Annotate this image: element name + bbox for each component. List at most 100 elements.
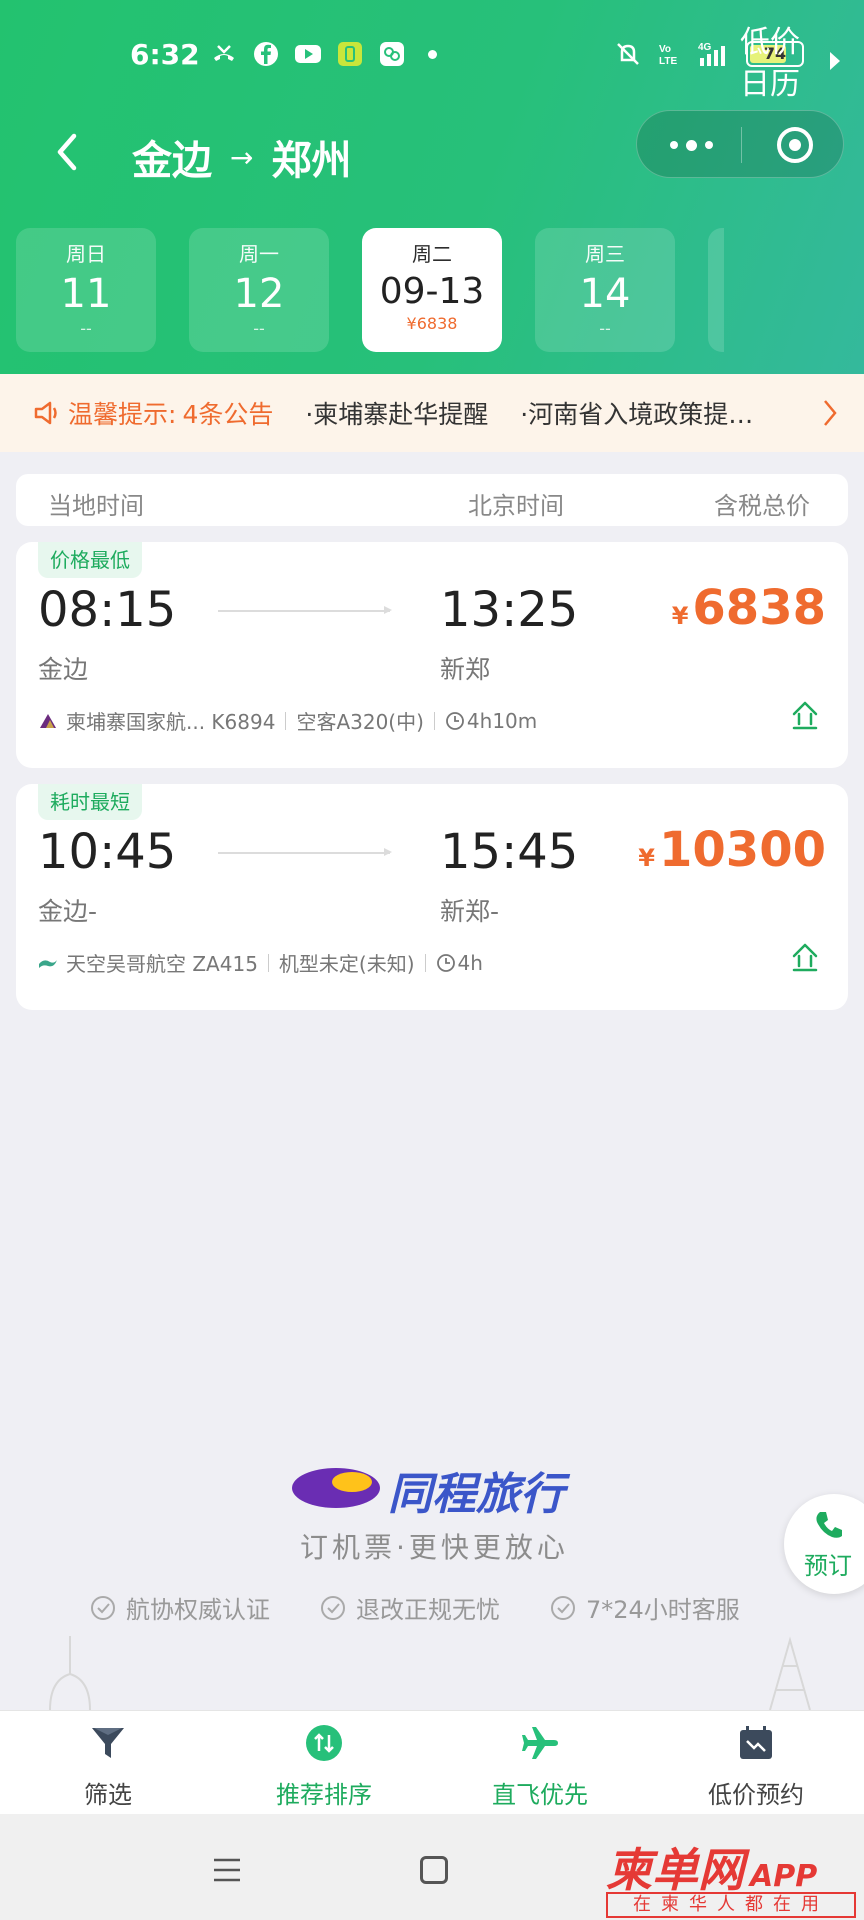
departure-airport: 金边-: [38, 897, 98, 926]
badge-item: 航协权威认证: [90, 1590, 270, 1625]
status-bar: 6:32 Vo LTE 4G 74: [0, 0, 864, 110]
flight-duration: 4h: [457, 950, 483, 975]
badge-label: 航协权威认证: [126, 1596, 270, 1624]
flight-duration: 4h10m: [466, 708, 538, 733]
flight-price: ¥6838: [672, 580, 826, 636]
youtube-icon: [295, 45, 321, 63]
more-options-icon[interactable]: [667, 133, 715, 157]
book-floating-button[interactable]: 预订: [784, 1494, 864, 1594]
date-weekday: 周二: [412, 242, 452, 266]
local-time-header: 当地时间: [48, 492, 144, 520]
date-selector: 周日 11 -- 周一 12 -- 周二 09-13 ¥6838 周三 14 -…: [16, 228, 864, 352]
back-arrow-icon[interactable]: [48, 130, 88, 174]
status-time: 6:32: [130, 38, 200, 71]
arrival-time: 15:45: [440, 824, 579, 880]
direct-first-button[interactable]: 直飞优先: [432, 1723, 648, 1810]
aircraft-type: 机型未定(未知): [278, 952, 415, 976]
price-value: 6838: [692, 580, 826, 636]
calendar-arrow-icon: [830, 52, 840, 70]
date-card-wed[interactable]: 周三 14 --: [535, 228, 675, 352]
departure-time: 08:15: [38, 582, 177, 638]
share-icon[interactable]: [788, 940, 822, 974]
date-card-sun[interactable]: 周日 11 --: [16, 228, 156, 352]
flight-route-line: [218, 848, 392, 856]
arrival-time: 13:25: [440, 582, 579, 638]
route-title: 金边 → 郑州: [132, 128, 351, 186]
close-miniprogram-icon[interactable]: [777, 127, 813, 163]
low-price-calendar-label: 低价: [740, 25, 800, 60]
flight-tag: 价格最低: [38, 542, 142, 578]
notification-icons: [210, 40, 437, 68]
badge-item: 退改正规无忧: [320, 1590, 500, 1625]
column-header: 当地时间 北京时间 含税总价: [16, 474, 848, 526]
miniprogram-capsule: [636, 110, 844, 178]
watermark-tagline: 在柬华人都在用: [606, 1892, 856, 1918]
price-alert-button[interactable]: 低价预约: [648, 1723, 864, 1810]
watermark-logo: 柬单网 APP: [606, 1834, 817, 1900]
notice-item[interactable]: ·柬埔寨赴华提醒: [305, 395, 488, 431]
beijing-time-header: 北京时间: [468, 492, 564, 520]
trust-badges: 航协权威认证 退改正规无忧 7*24小时客服: [90, 1590, 740, 1625]
arrival-airport: 新郑: [440, 655, 491, 684]
departure-airport: 金边: [38, 655, 89, 684]
price-alert-label: 低价预约: [708, 1781, 804, 1809]
airline-logo-icon: [39, 959, 57, 968]
date-price: --: [80, 319, 92, 338]
date-weekday: 周一: [239, 242, 279, 266]
watermark-main: 柬单网: [606, 1843, 744, 1897]
filter-button[interactable]: 筛选: [0, 1723, 216, 1810]
badge-label: 7*24小时客服: [586, 1596, 740, 1624]
arrival-airport: 新郑-: [440, 897, 500, 926]
check-circle-icon: [321, 1595, 345, 1620]
mute-icon: [617, 43, 639, 65]
date-card-mon[interactable]: 周一 12 --: [189, 228, 329, 352]
tongcheng-logo-icon: [292, 1468, 380, 1508]
low-price-calendar-label: 日历: [740, 67, 800, 102]
total-price-header: 含税总价: [714, 492, 810, 520]
date-price: ¥6838: [406, 314, 458, 333]
sort-button[interactable]: 推荐排序: [216, 1723, 432, 1810]
flight-info: 柬埔寨国家航... K6894 空客A320(中) 4h10m: [38, 706, 537, 735]
recent-apps-icon[interactable]: [212, 1856, 242, 1884]
clock-icon: [446, 711, 464, 730]
calendar-icon: [740, 1726, 772, 1759]
airline-logo-icon: [40, 713, 56, 728]
filter-label: 筛选: [84, 1781, 132, 1809]
flight-card[interactable]: 耗时最短 10:45 15:45 金边- 新郑- ¥10300 天空吴哥航空 Z…: [16, 784, 848, 1010]
speaker-icon: [34, 401, 57, 425]
svg-text:4G: 4G: [698, 42, 712, 53]
date-card-partial[interactable]: [708, 228, 724, 352]
home-button-icon[interactable]: [420, 1856, 448, 1884]
svg-text:LTE: LTE: [659, 56, 677, 67]
airline-flight: 柬埔寨国家航... K6894: [66, 710, 276, 734]
nav-bar: 金边 → 郑州: [0, 110, 864, 200]
brand-name: 同程旅行: [388, 1469, 564, 1520]
notice-bar[interactable]: 温馨提示: 4条公告 ·柬埔寨赴华提醒 ·河南省入境政策提…: [0, 374, 864, 452]
flight-card[interactable]: 价格最低 08:15 13:25 金边 新郑 ¥6838 柬埔寨国家航... K…: [16, 542, 848, 768]
low-price-calendar-button[interactable]: 低价 日历: [740, 22, 800, 106]
notice-count: 4条公告: [182, 400, 274, 429]
share-icon[interactable]: [788, 698, 822, 732]
flight-tag: 耗时最短: [38, 784, 142, 820]
date-day: 14: [579, 271, 631, 317]
more-notifications-dot: [428, 49, 437, 59]
currency-symbol: ¥: [638, 844, 655, 872]
price-value: 10300: [659, 822, 826, 878]
date-weekday: 周三: [585, 242, 625, 266]
sort-label: 推荐排序: [276, 1781, 372, 1809]
bottom-toolbar: 筛选 推荐排序 直飞优先 低价预约: [0, 1710, 864, 1814]
date-price: --: [599, 319, 611, 338]
notice-item[interactable]: ·河南省入境政策提…: [520, 395, 753, 431]
flight-route-line: [218, 606, 392, 614]
skyline-decoration: [49, 1636, 811, 1710]
chevron-right-icon[interactable]: [822, 398, 838, 428]
phone-icon: [816, 1512, 842, 1538]
book-label: 预订: [804, 1552, 852, 1580]
destination-city: 郑州: [271, 138, 352, 184]
header: 6:32 Vo LTE 4G 74 金边 → 郑州 周日 11 -- 周一 12…: [0, 0, 864, 374]
date-day: 11: [60, 271, 112, 317]
aircraft-type: 空客A320(中): [296, 710, 424, 734]
origin-city: 金边: [132, 138, 212, 184]
date-card-tue-selected[interactable]: 周二 09-13 ¥6838: [362, 228, 502, 352]
badge-label: 退改正规无忧: [356, 1596, 500, 1624]
